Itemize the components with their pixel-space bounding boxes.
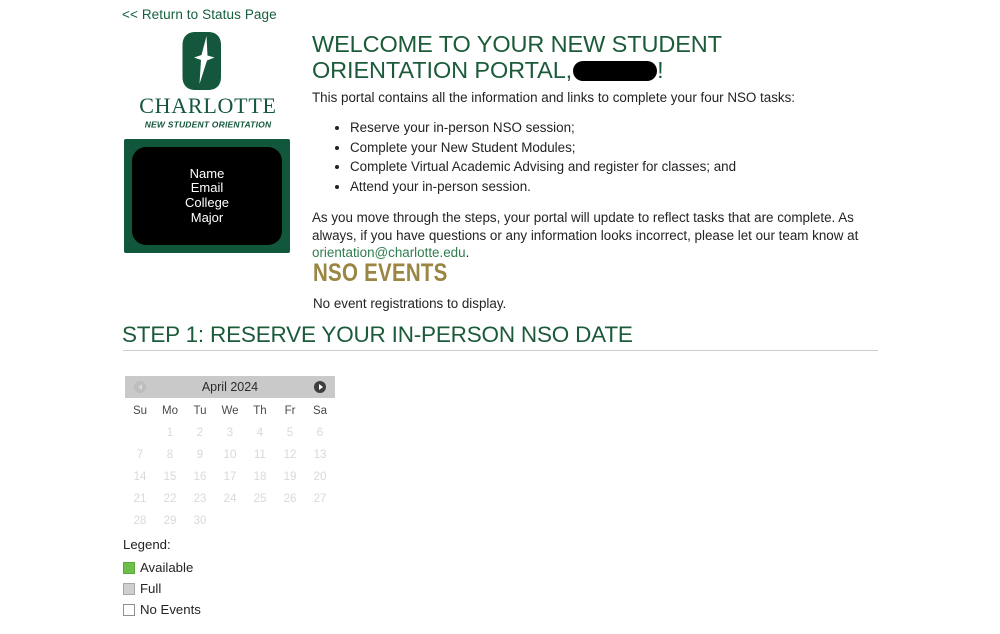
calendar-day[interactable]: 12 <box>275 444 305 466</box>
calendar-day[interactable]: 30 <box>185 510 215 532</box>
calendar-day[interactable]: 21 <box>125 488 155 510</box>
student-profile-card: Name Email College Major <box>124 139 290 253</box>
chevron-right-icon <box>318 384 323 390</box>
svg-text:CHARLOTTE: CHARLOTTE <box>139 94 277 118</box>
calendar-day[interactable]: 24 <box>215 488 245 510</box>
table-row: 7 8 9 10 11 12 13 <box>125 444 335 466</box>
calendar-day <box>125 422 155 444</box>
calendar-header: April 2024 <box>125 376 335 398</box>
calendar-day[interactable]: 4 <box>245 422 275 444</box>
calendar-next-month-icon[interactable] <box>314 381 326 393</box>
legend-label: Available <box>140 560 194 575</box>
legend-item-available: Available <box>123 557 201 578</box>
calendar-day[interactable]: 26 <box>275 488 305 510</box>
legend-swatch-available-icon <box>123 561 135 574</box>
nso-events-empty-message: No event registrations to display. <box>313 296 507 311</box>
calendar-day[interactable]: 16 <box>185 466 215 488</box>
legend-label: No Events <box>140 602 201 617</box>
charlotte-logo-subtitle: NEW STUDENT ORIENTATION <box>145 120 272 130</box>
svg-text:NEW STUDENT ORIENTATION: NEW STUDENT ORIENTATION <box>145 120 272 130</box>
calendar-day[interactable]: 15 <box>155 466 185 488</box>
calendar-day[interactable]: 3 <box>215 422 245 444</box>
legend-label: Full <box>140 581 162 596</box>
calendar-day[interactable]: 17 <box>215 466 245 488</box>
calendar-legend: Legend: Available Full No Events <box>123 537 201 620</box>
calendar-day[interactable]: 5 <box>275 422 305 444</box>
nso-events-heading: NSO EVENTS <box>313 259 448 287</box>
calendar-month-title: April 2024 <box>201 380 259 394</box>
calendar-day <box>305 510 335 532</box>
legend-item-full: Full <box>123 578 201 599</box>
calendar-day[interactable]: 27 <box>305 488 335 510</box>
legend-swatch-no-events-icon <box>123 603 135 616</box>
calendar-day[interactable]: 20 <box>305 466 335 488</box>
legend-item-no-events: No Events <box>123 599 201 620</box>
table-row: 28 29 30 <box>125 510 335 532</box>
calendar-day[interactable]: 10 <box>215 444 245 466</box>
calendar-weekday: Mo <box>162 405 178 417</box>
closing-paragraph: As you move through the steps, your port… <box>312 209 864 262</box>
table-row: 21 22 23 24 25 26 27 <box>125 488 335 510</box>
step1-heading: STEP 1: RESERVE YOUR IN-PERSON NSO DATE <box>122 322 633 347</box>
calendar-day[interactable]: 11 <box>245 444 275 466</box>
list-item: Complete your New Student Modules; <box>350 138 864 158</box>
closing-text-before: As you move through the steps, your port… <box>312 210 859 243</box>
calendar-day[interactable]: 7 <box>125 444 155 466</box>
calendar-day[interactable]: 9 <box>185 444 215 466</box>
chevron-left-icon <box>137 384 142 390</box>
calendar-day[interactable]: 2 <box>185 422 215 444</box>
calendar-weekday: Tu <box>193 405 207 417</box>
legend-swatch-full-icon <box>123 582 135 595</box>
list-item: Reserve your in-person NSO session; <box>350 118 864 138</box>
calendar-grid: Su Mo Tu We Th Fr Sa 1 2 3 4 5 6 7 8 9 1… <box>125 400 335 532</box>
calendar-day[interactable]: 18 <box>245 466 275 488</box>
profile-line-email: Email <box>190 180 224 196</box>
calendar-day[interactable]: 22 <box>155 488 185 510</box>
page-title-suffix: ! <box>657 57 664 83</box>
charlotte-wordmark: CHARLOTTE <box>139 94 277 118</box>
calendar-prev-month-icon[interactable] <box>134 381 146 393</box>
portal-page: << Return to Status Page CHARLOTTE NEW S… <box>0 0 1000 634</box>
table-row: 1 2 3 4 5 6 <box>125 422 335 444</box>
calendar-day[interactable]: 1 <box>155 422 185 444</box>
calendar-weekday: Sa <box>312 405 328 417</box>
calendar-weekday: Su <box>132 405 148 417</box>
calendar-weekday: Fr <box>284 405 296 417</box>
calendar-day[interactable]: 6 <box>305 422 335 444</box>
calendar-day[interactable]: 23 <box>185 488 215 510</box>
step1-divider <box>123 350 878 351</box>
profile-line-major: Major <box>190 209 224 225</box>
table-row: 14 15 16 17 18 19 20 <box>125 466 335 488</box>
brand-logo-block: CHARLOTTE NEW STUDENT ORIENTATION <box>124 30 292 130</box>
calendar-weekday: Th <box>253 405 267 417</box>
calendar-day[interactable]: 25 <box>245 488 275 510</box>
calendar-day <box>275 510 305 532</box>
profile-redaction-block: Name Email College Major <box>132 147 282 245</box>
nso-task-list: Reserve your in-person NSO session; Comp… <box>312 118 864 196</box>
profile-line-college: College <box>184 195 230 210</box>
calendar-day[interactable]: 29 <box>155 510 185 532</box>
calendar-weekday-row: Su Mo Tu We Th Fr Sa <box>125 400 335 422</box>
calendar-day[interactable]: 19 <box>275 466 305 488</box>
calendar-day[interactable]: 14 <box>125 466 155 488</box>
intro-paragraph: This portal contains all the information… <box>312 90 796 105</box>
calendar-day[interactable]: 8 <box>155 444 185 466</box>
calendar-weekday: We <box>221 405 239 417</box>
calendar-day <box>215 510 245 532</box>
orientation-email-link[interactable]: orientation@charlotte.edu <box>312 245 466 260</box>
page-title: WELCOME TO YOUR NEW STUDENT ORIENTATION … <box>312 31 864 83</box>
charlotte-crown-c-icon <box>182 32 221 90</box>
legend-title: Legend: <box>123 537 171 552</box>
student-name-redaction <box>573 61 658 81</box>
nso-date-calendar[interactable]: April 2024 Su Mo Tu We Th Fr Sa 1 2 3 4 … <box>125 376 335 532</box>
calendar-day[interactable]: 13 <box>305 444 335 466</box>
calendar-day <box>245 510 275 532</box>
profile-line-name: Name <box>189 165 225 181</box>
list-item: Attend your in-person session. <box>350 177 864 197</box>
list-item: Complete Virtual Academic Advising and r… <box>350 157 864 177</box>
closing-text-after: . <box>465 245 470 260</box>
main-content: WELCOME TO YOUR NEW STUDENT ORIENTATION … <box>312 31 864 262</box>
return-to-status-page-link[interactable]: << Return to Status Page <box>122 7 277 22</box>
calendar-day[interactable]: 28 <box>125 510 155 532</box>
